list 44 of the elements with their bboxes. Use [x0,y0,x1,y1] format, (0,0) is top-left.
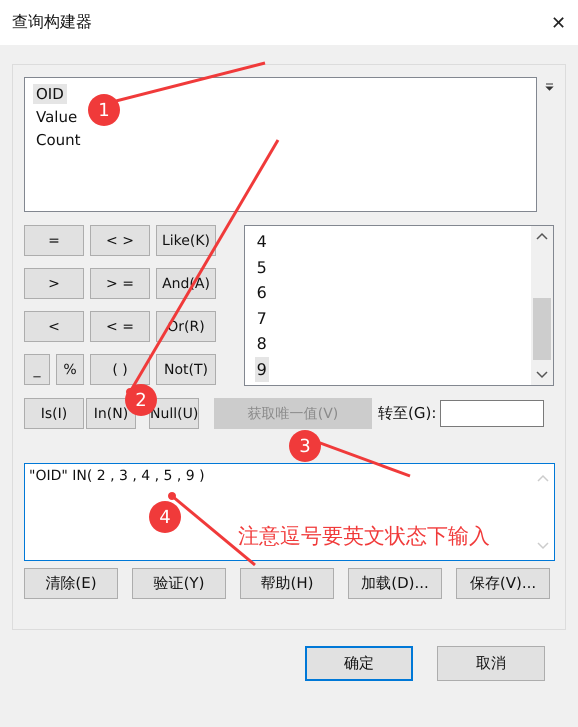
operator-button[interactable]: < > [90,225,150,256]
close-button[interactable]: ✕ [551,12,566,34]
number-entry[interactable]: 5 [254,254,269,280]
expression-text: "OID" IN( 2 , 3 , 4 , 5 , 9 ) [29,468,205,484]
action-button[interactable]: 验证(Y) [132,568,226,599]
field-item[interactable]: Value [33,107,80,127]
annotation-note: 注意逗号要英文状态下输入 [238,523,490,550]
scroll-up-icon[interactable] [536,232,548,240]
action-button[interactable]: 帮助(H) [240,568,334,599]
scrollbar[interactable] [531,226,553,385]
number-entry[interactable]: 4 [254,229,269,254]
dialog-button[interactable]: 取消 [437,646,545,681]
operator-button[interactable]: < [24,311,84,342]
scroll-thumb[interactable] [533,298,551,360]
operator-button[interactable]: Not(T) [156,354,216,385]
operator-button[interactable]: < = [90,311,150,342]
field-item[interactable]: Count [33,130,84,150]
query-button[interactable]: Is(I) [24,398,84,429]
operator-button[interactable]: _ [24,354,50,385]
number-entry[interactable]: 6 [254,280,269,306]
number-entry[interactable]: 8 [254,331,269,356]
action-button[interactable]: 清除(E) [24,568,118,599]
scroll-up-icon [537,474,549,482]
scroll-down-icon[interactable] [536,371,548,379]
operator-button[interactable]: > [24,268,84,299]
goto-label: 转至(G): [378,404,436,423]
dropdown-icon[interactable] [545,83,554,91]
scroll-down-icon [537,542,549,550]
query-button[interactable]: In(N) [86,398,136,429]
operator-button[interactable]: > = [90,268,150,299]
action-button[interactable]: 保存(V)... [456,568,550,599]
operator-button[interactable]: Like(K) [156,225,216,256]
annotation-badge: 3 [289,430,321,462]
dialog-button[interactable]: 确定 [305,646,413,681]
operator-button[interactable]: % [56,354,84,385]
window-title: 查询构建器 [12,12,92,33]
query-button[interactable]: Null(U) [149,398,199,429]
number-entry[interactable]: 7 [254,306,269,331]
action-button[interactable]: 加载(D)... [348,568,442,599]
field-item[interactable]: OID [33,84,67,104]
operator-button[interactable]: ( ) [90,354,150,385]
number-entry[interactable]: 9 [254,356,269,382]
operator-button[interactable]: = [24,225,84,256]
goto-input-field[interactable] [440,400,544,427]
